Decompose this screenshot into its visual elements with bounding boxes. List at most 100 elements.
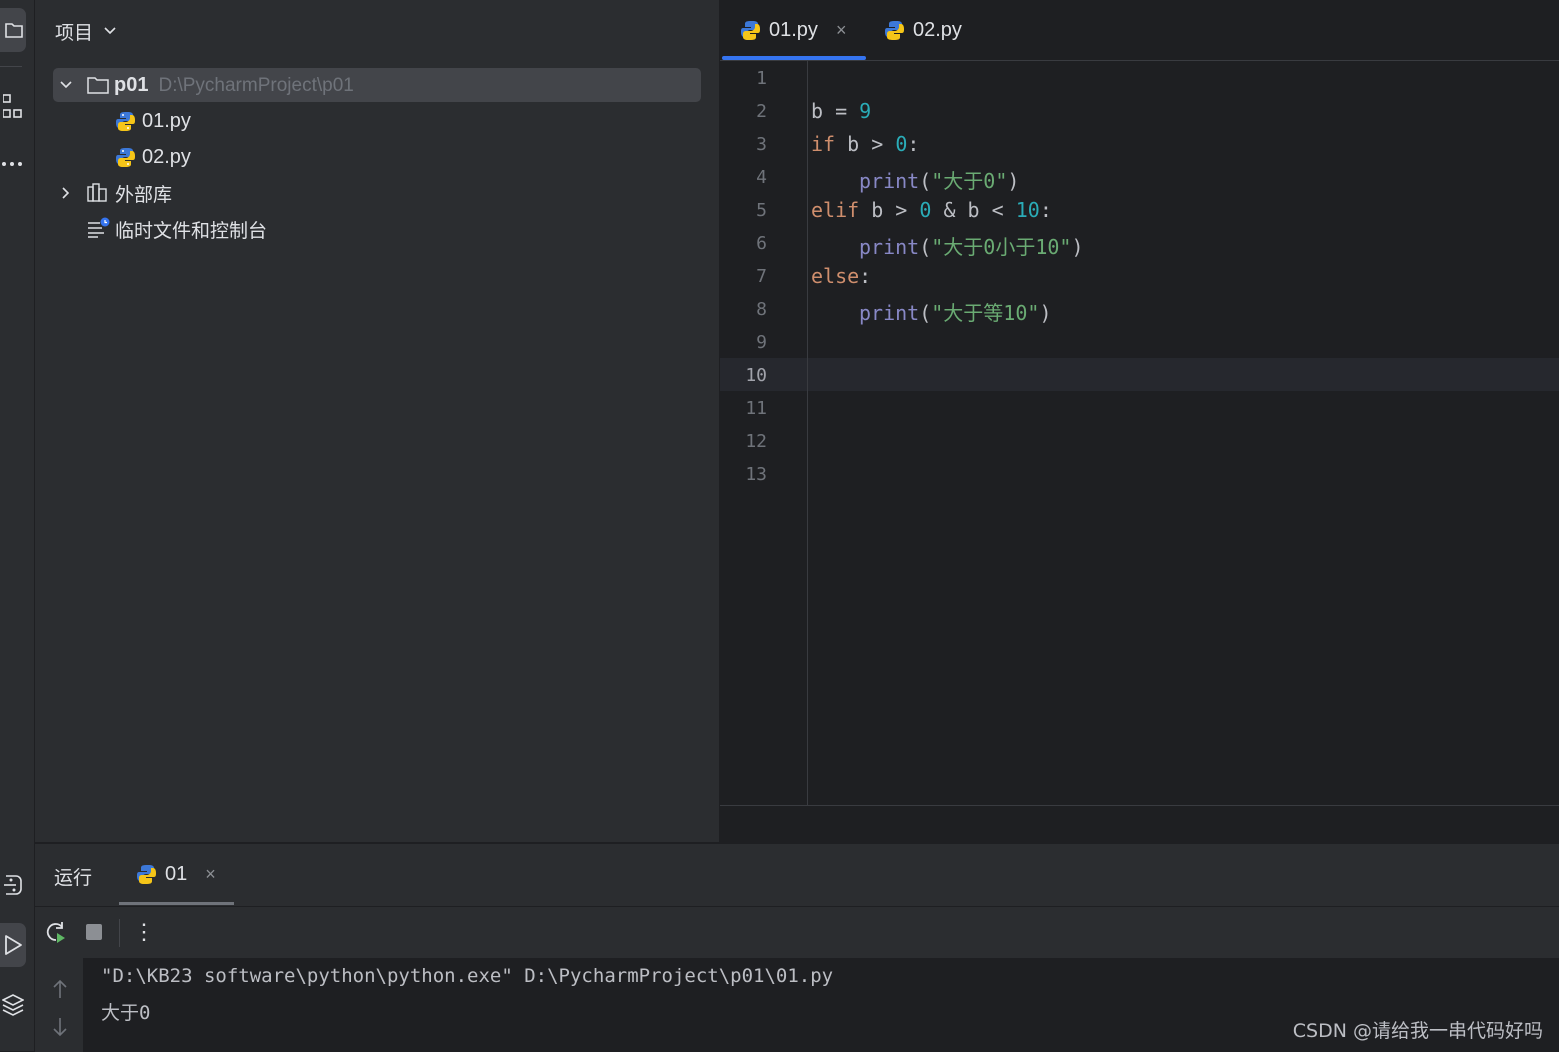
code-token: : bbox=[907, 132, 920, 156]
more-horizontal-icon bbox=[2, 162, 22, 166]
code-token: ( bbox=[919, 169, 932, 193]
code-token: print bbox=[859, 235, 920, 259]
code-token: ) bbox=[1039, 301, 1052, 325]
python-file-icon bbox=[885, 20, 904, 40]
code-line-4: print("大于0") bbox=[859, 165, 1019, 194]
python-file-icon bbox=[116, 112, 135, 131]
project-view-selector[interactable]: 项目 bbox=[55, 18, 117, 44]
run-panel-title: 运行 bbox=[54, 867, 93, 889]
code-token: ( bbox=[919, 301, 932, 325]
line-number: 6 bbox=[756, 233, 767, 254]
run-tool-button[interactable] bbox=[0, 923, 26, 967]
tree-label: 临时文件和控制台 bbox=[115, 219, 268, 242]
watermark: CSDN @请给我一串代码好吗 bbox=[1292, 1020, 1543, 1042]
console-line: "D:\KB23 software\python\python.exe" D:\… bbox=[101, 965, 834, 987]
current-line-number: 10 bbox=[745, 365, 767, 386]
chevron-down-icon[interactable] bbox=[59, 78, 73, 92]
current-line-highlight bbox=[720, 358, 1559, 391]
run-play-icon bbox=[5, 935, 22, 955]
editor-tab-bar: 01.py × 02.py bbox=[720, 0, 1559, 61]
project-panel: 项目 p01 D:\PycharmProject\p01 01.py 02.py… bbox=[35, 0, 719, 842]
code-token: : bbox=[859, 264, 872, 288]
console-line: 大于0 bbox=[101, 1002, 151, 1024]
tab-01py[interactable]: 01.py × bbox=[740, 0, 846, 60]
chevron-right-icon[interactable] bbox=[59, 186, 73, 200]
tree-scratches-consoles[interactable]: 临时文件和控制台 bbox=[35, 212, 695, 246]
active-run-tab-indicator bbox=[119, 902, 234, 905]
strip-divider bbox=[0, 66, 22, 67]
rerun-icon bbox=[46, 922, 65, 943]
arrow-down-icon[interactable] bbox=[51, 1016, 69, 1038]
structure-icon bbox=[3, 94, 22, 118]
more-tools-button[interactable] bbox=[0, 152, 26, 176]
toolbar-divider bbox=[119, 919, 120, 947]
line-number: 13 bbox=[745, 464, 767, 485]
code-line-7: else: bbox=[811, 264, 871, 288]
tab-label: 01.py bbox=[769, 18, 818, 41]
folder-icon bbox=[5, 23, 23, 38]
line-number: 4 bbox=[756, 167, 767, 188]
code-line-5: elif b > 0 & b < 10: bbox=[811, 198, 1052, 222]
code-token: ) bbox=[1007, 169, 1020, 193]
code-token: "大于0小于10" bbox=[931, 235, 1072, 259]
code-token: else bbox=[811, 264, 860, 288]
tree-external-libraries[interactable]: 外部库 bbox=[35, 176, 695, 210]
code-token: b bbox=[811, 99, 824, 123]
services-tool-button[interactable] bbox=[0, 988, 26, 1022]
code-token: b > bbox=[835, 132, 896, 156]
code-token: 0 bbox=[919, 198, 932, 222]
stop-icon bbox=[86, 924, 102, 940]
line-number: 7 bbox=[756, 266, 767, 287]
line-number: 11 bbox=[745, 398, 767, 419]
python-file-icon bbox=[741, 20, 760, 40]
code-editor: 01.py × 02.py 1 2 3 4 5 6 7 8 9 10 11 12… bbox=[720, 0, 1559, 842]
stop-button[interactable] bbox=[81, 919, 107, 945]
code-token: = bbox=[823, 99, 860, 123]
tool-window-strip bbox=[0, 0, 35, 1051]
project-tool-button[interactable] bbox=[0, 8, 26, 52]
more-options-button[interactable]: ⋮ bbox=[131, 919, 157, 945]
line-number: 1 bbox=[756, 68, 767, 89]
file-name: 02.py bbox=[142, 145, 191, 168]
editor-divider bbox=[720, 805, 1559, 806]
tree-file-01py[interactable]: 01.py bbox=[35, 104, 695, 138]
code-token: 10 bbox=[1015, 198, 1040, 222]
tab-label: 02.py bbox=[913, 18, 962, 41]
rerun-button[interactable] bbox=[43, 919, 69, 945]
code-token: : bbox=[1039, 198, 1052, 222]
code-token: 0 bbox=[895, 132, 908, 156]
project-panel-title: 项目 bbox=[55, 21, 94, 44]
line-number: 3 bbox=[756, 134, 767, 155]
python-console-icon bbox=[4, 875, 22, 895]
run-toolbar: ⋮ bbox=[35, 907, 1559, 957]
arrow-up-icon[interactable] bbox=[51, 978, 69, 1000]
chevron-down-icon bbox=[104, 27, 116, 35]
line-number: 9 bbox=[756, 332, 767, 353]
code-token: ( bbox=[919, 235, 932, 259]
line-number: 2 bbox=[756, 101, 767, 122]
library-icon bbox=[87, 183, 107, 202]
run-tab-bar: 运行 01 × bbox=[35, 844, 1559, 907]
file-name: 01.py bbox=[142, 109, 191, 132]
close-tab-icon[interactable]: × bbox=[205, 864, 216, 885]
tree-root-p01[interactable]: p01 D:\PycharmProject\p01 bbox=[53, 68, 701, 102]
code-token: elif bbox=[811, 198, 860, 222]
code-line-3: if b > 0: bbox=[811, 132, 919, 156]
line-number: 12 bbox=[745, 431, 767, 452]
code-token: "大于等10" bbox=[931, 301, 1040, 325]
code-line-8: print("大于等10") bbox=[859, 297, 1051, 326]
code-line-2: b = 9 bbox=[811, 99, 871, 123]
layers-icon bbox=[2, 994, 24, 1016]
line-number-gutter: 1 2 3 4 5 6 7 8 9 10 11 12 13 bbox=[720, 61, 808, 805]
code-token: if bbox=[811, 132, 836, 156]
python-console-button[interactable] bbox=[0, 868, 26, 902]
tab-02py[interactable]: 02.py bbox=[884, 0, 962, 60]
tree-label: 外部库 bbox=[115, 183, 173, 206]
run-config-tab[interactable]: 01 × bbox=[136, 844, 216, 904]
close-tab-icon[interactable]: × bbox=[836, 20, 847, 41]
code-token: "大于0" bbox=[931, 169, 1008, 193]
active-tab-indicator bbox=[722, 56, 866, 60]
tree-file-02py[interactable]: 02.py bbox=[35, 140, 695, 174]
structure-tool-button[interactable] bbox=[0, 92, 26, 122]
scratches-icon bbox=[88, 217, 110, 238]
